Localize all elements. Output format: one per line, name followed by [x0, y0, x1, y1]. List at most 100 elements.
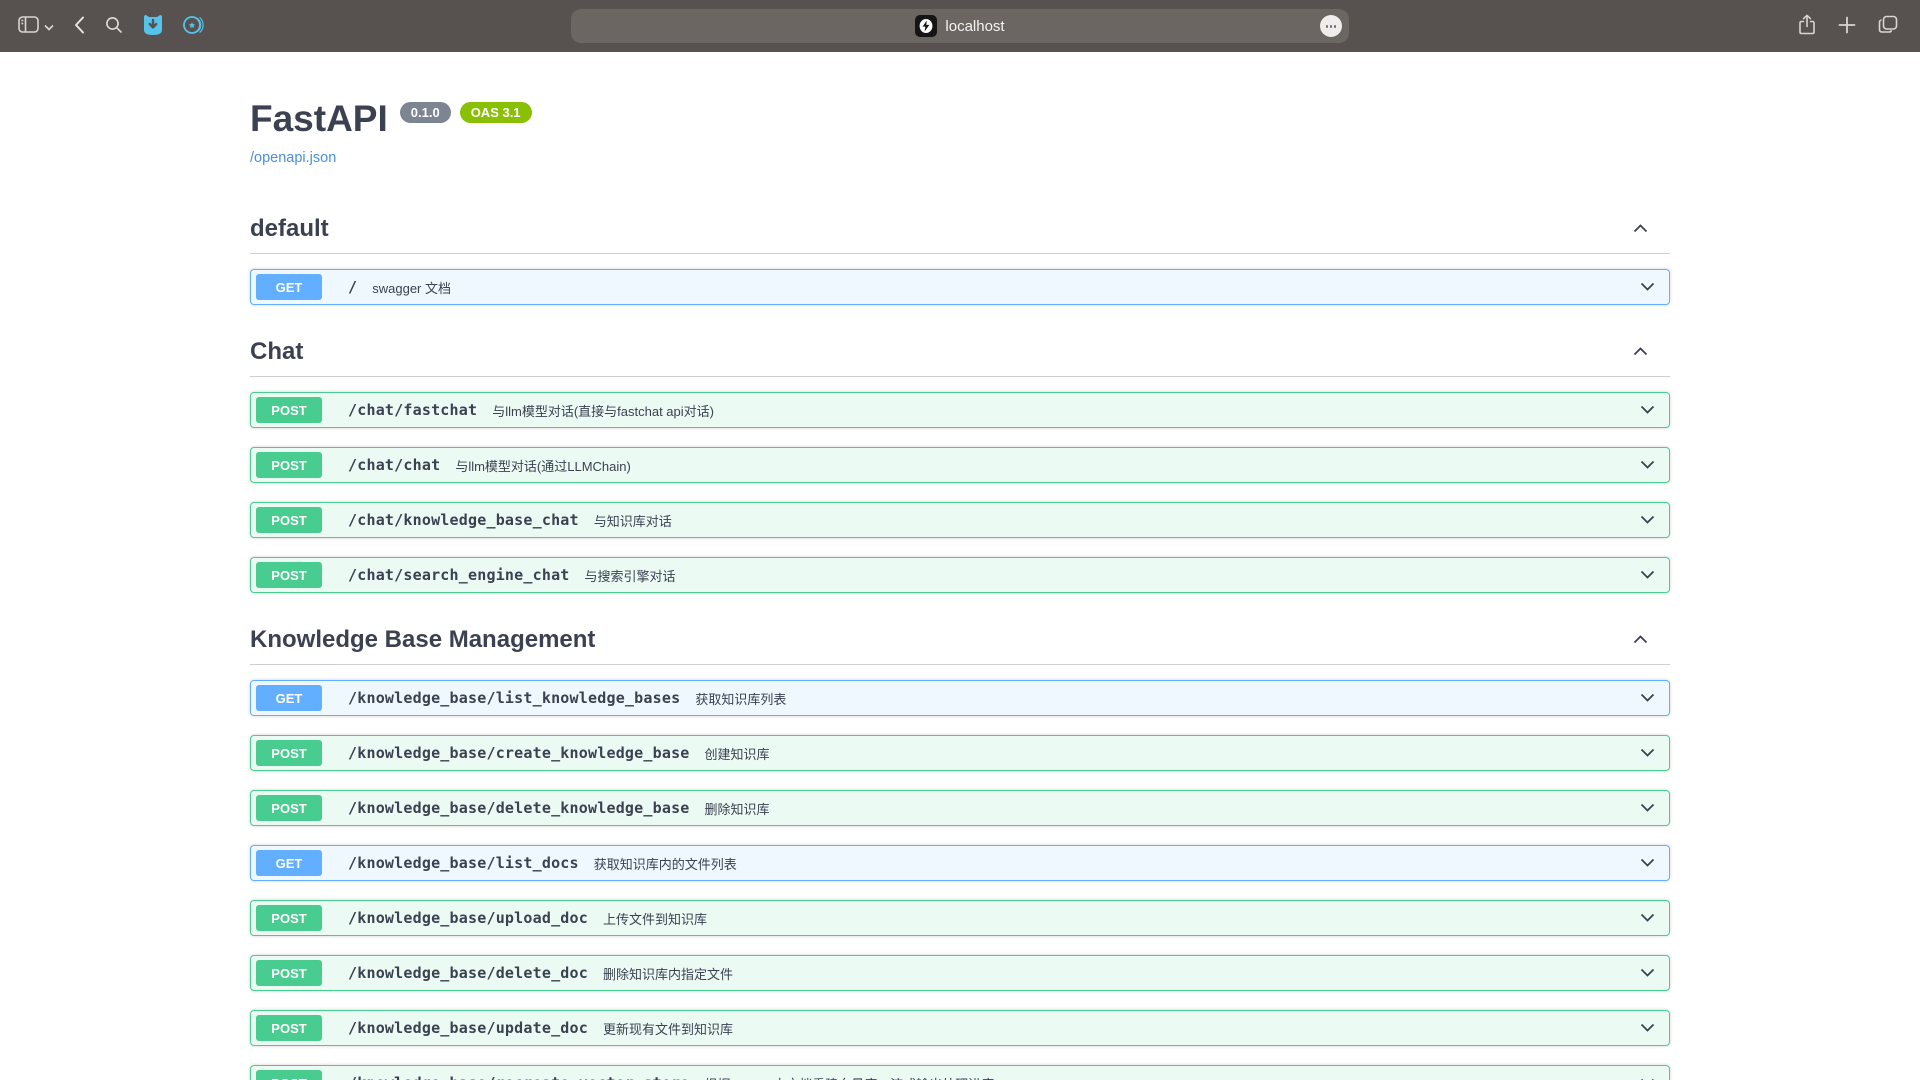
method-badge: POST — [256, 905, 322, 931]
new-tab-button[interactable] — [1838, 16, 1856, 37]
method-badge: POST — [256, 740, 322, 766]
section-header[interactable]: Knowledge Base Management — [250, 618, 1670, 665]
section-title: default — [250, 215, 329, 243]
endpoint-list: GET / swagger 文档 — [250, 254, 1670, 305]
share-button[interactable] — [1798, 14, 1816, 39]
chevron-down-icon[interactable] — [1640, 566, 1655, 584]
search-button[interactable] — [105, 16, 123, 37]
endpoint-path: /chat/fastchat — [348, 401, 477, 419]
api-section-default: default GET / swagger 文档 — [250, 207, 1670, 305]
method-badge: POST — [256, 562, 322, 588]
new-tab-icon — [1838, 16, 1856, 37]
endpoint-path: / — [348, 278, 357, 296]
page-content: FastAPI 0.1.0 OAS 3.1 /openapi.json defa… — [0, 52, 1920, 1080]
version-badge: 0.1.0 — [400, 102, 451, 123]
method-badge: GET — [256, 685, 322, 711]
extension-shield-button[interactable] — [143, 14, 163, 39]
endpoint-summary: 删除知识库 — [705, 799, 770, 818]
endpoint-row[interactable]: POST /chat/chat 与llm模型对话(通过LLMChain) — [250, 447, 1670, 483]
openapi-spec-link[interactable]: /openapi.json — [250, 150, 336, 166]
endpoint-row[interactable]: POST /chat/fastchat 与llm模型对话(直接与fastchat… — [250, 392, 1670, 428]
chevron-down-icon[interactable] — [1640, 799, 1655, 817]
sidebar-toggle-button[interactable] — [18, 16, 39, 36]
tab-overview-button[interactable] — [1878, 15, 1898, 37]
chevron-down-icon[interactable] — [1640, 689, 1655, 707]
section-header[interactable]: default — [250, 207, 1670, 254]
endpoint-summary: 更新现有文件到知识库 — [603, 1019, 733, 1038]
share-icon — [1798, 14, 1816, 39]
chevron-down-icon[interactable] — [1640, 511, 1655, 529]
endpoint-summary: 创建知识库 — [705, 744, 770, 763]
chevron-up-icon[interactable] — [1633, 343, 1648, 361]
endpoint-row[interactable]: POST /knowledge_base/delete_doc 删除知识库内指定… — [250, 955, 1670, 991]
chevron-up-icon[interactable] — [1633, 220, 1648, 238]
endpoint-row[interactable]: GET /knowledge_base/list_docs 获取知识库内的文件列… — [250, 845, 1670, 881]
api-section-knowledge-base-management: Knowledge Base Management GET /knowledge… — [250, 618, 1670, 1080]
chevron-down-icon[interactable] — [1640, 1074, 1655, 1080]
endpoint-summary: 与知识库对话 — [594, 511, 672, 530]
endpoint-summary: 上传文件到知识库 — [603, 909, 707, 928]
page-favicon-bolt — [915, 15, 937, 37]
address-url: localhost — [945, 18, 1004, 35]
endpoint-path: /chat/search_engine_chat — [348, 566, 570, 584]
endpoint-row[interactable]: POST /knowledge_base/upload_doc 上传文件到知识库 — [250, 900, 1670, 936]
endpoint-row[interactable]: POST /knowledge_base/recreate_vector_sto… — [250, 1065, 1670, 1080]
endpoint-summary: 根据content中文档重建向量库，流式输出处理进度。 — [705, 1074, 1008, 1080]
api-sections: default GET / swagger 文档 Chat — [250, 207, 1670, 1080]
back-icon — [74, 16, 85, 37]
endpoint-path: /knowledge_base/list_knowledge_bases — [348, 689, 680, 707]
endpoint-path: /chat/knowledge_base_chat — [348, 511, 579, 529]
endpoint-summary: 与搜索引擎对话 — [585, 566, 676, 585]
endpoint-path: /knowledge_base/list_docs — [348, 854, 579, 872]
page-title: FastAPI 0.1.0 OAS 3.1 — [250, 97, 1670, 141]
endpoint-path: /knowledge_base/upload_doc — [348, 909, 588, 927]
method-badge: POST — [256, 452, 322, 478]
chevron-up-icon[interactable] — [1633, 631, 1648, 649]
back-button[interactable] — [74, 16, 85, 37]
endpoint-row[interactable]: POST /chat/search_engine_chat 与搜索引擎对话 — [250, 557, 1670, 593]
chevron-down-icon[interactable] — [1640, 744, 1655, 762]
endpoint-path: /knowledge_base/delete_knowledge_base — [348, 799, 690, 817]
sidebar-menu-button[interactable] — [44, 19, 54, 34]
section-header[interactable]: Chat — [250, 330, 1670, 377]
chevron-down-icon[interactable] — [1640, 854, 1655, 872]
section-title: Chat — [250, 338, 303, 366]
sidebar-icon — [18, 16, 39, 36]
api-info: FastAPI 0.1.0 OAS 3.1 /openapi.json — [250, 52, 1670, 207]
endpoint-path: /knowledge_base/recreate_vector_store — [348, 1074, 690, 1080]
oas-badge: OAS 3.1 — [460, 102, 532, 123]
chevron-down-icon[interactable] — [1640, 401, 1655, 419]
endpoint-row[interactable]: POST /knowledge_base/delete_knowledge_ba… — [250, 790, 1670, 826]
endpoint-row[interactable]: POST /chat/knowledge_base_chat 与知识库对话 — [250, 502, 1670, 538]
method-badge: POST — [256, 397, 322, 423]
extension-shield-icon — [143, 14, 163, 39]
api-section-chat: Chat POST /chat/fastchat 与llm模型对话(直接与fas… — [250, 330, 1670, 593]
chevron-down-icon[interactable] — [1640, 909, 1655, 927]
endpoint-list: POST /chat/fastchat 与llm模型对话(直接与fastchat… — [250, 377, 1670, 593]
extension-rings-button[interactable] — [183, 14, 205, 39]
chevron-down-icon[interactable] — [1640, 1019, 1655, 1037]
chevron-down-icon — [44, 19, 54, 34]
method-badge: GET — [256, 850, 322, 876]
endpoint-path: /knowledge_base/delete_doc — [348, 964, 588, 982]
browser-toolbar: localhost — [0, 0, 1920, 52]
endpoint-summary: 删除知识库内指定文件 — [603, 964, 733, 983]
chevron-down-icon[interactable] — [1640, 278, 1655, 296]
endpoint-path: /knowledge_base/create_knowledge_base — [348, 744, 690, 762]
endpoint-summary: 与llm模型对话(通过LLMChain) — [455, 456, 631, 475]
chevron-down-icon[interactable] — [1640, 964, 1655, 982]
endpoint-row[interactable]: GET / swagger 文档 — [250, 269, 1670, 305]
endpoint-summary: swagger 文档 — [372, 278, 451, 297]
chevron-down-icon[interactable] — [1640, 456, 1655, 474]
endpoint-row[interactable]: GET /knowledge_base/list_knowledge_bases… — [250, 680, 1670, 716]
address-bar[interactable]: localhost — [571, 9, 1349, 43]
method-badge: GET — [256, 274, 322, 300]
endpoint-row[interactable]: POST /knowledge_base/create_knowledge_ba… — [250, 735, 1670, 771]
endpoint-path: /chat/chat — [348, 456, 440, 474]
section-title: Knowledge Base Management — [250, 626, 595, 654]
method-badge: POST — [256, 960, 322, 986]
method-badge: POST — [256, 795, 322, 821]
endpoint-row[interactable]: POST /knowledge_base/update_doc 更新现有文件到知… — [250, 1010, 1670, 1046]
page-more-button[interactable] — [1320, 15, 1342, 37]
endpoint-summary: 获取知识库内的文件列表 — [594, 854, 737, 873]
